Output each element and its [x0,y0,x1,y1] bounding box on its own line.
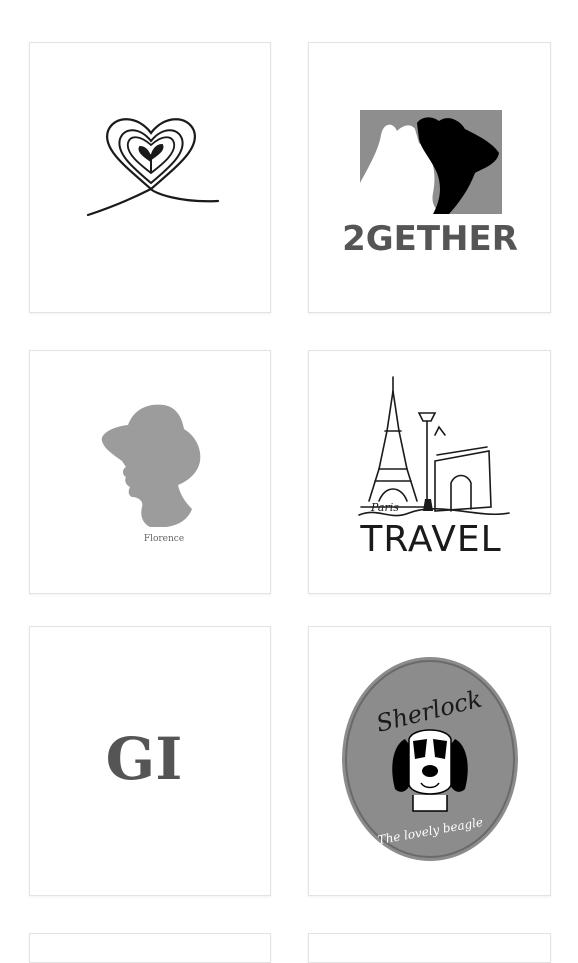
cat-dog-silhouette-icon: 2GETHER [342,110,518,259]
logo-card-2gether[interactable]: 2GETHER [308,42,551,313]
eiffel-tower-icon: Paris TRAVEL [358,376,510,560]
heart-sprout-icon [86,118,220,217]
monogram-icon: GI [106,725,183,793]
logo-card-next-right[interactable] [308,933,551,963]
logo-text: TRAVEL [359,519,501,560]
woman-hat-silhouette-icon: Florence [101,404,201,544]
logo-text: 2GETHER [342,219,518,259]
logo-card-heart[interactable] [29,42,271,313]
logo-card-next-left[interactable] [29,933,271,963]
logo-card-gi-monogram[interactable]: GI [29,626,271,896]
logo-text: Florence [144,534,184,544]
logo-text: GI [106,725,183,793]
logo-script-text: Paris [370,501,399,514]
logo-card-paris-travel[interactable]: Paris TRAVEL [308,350,551,594]
logo-card-sherlock[interactable]: Sherlock The lovely beagle [308,626,551,896]
beagle-icon: Sherlock The lovely beagle [342,657,518,861]
logo-card-florence[interactable]: Florence [29,350,271,594]
